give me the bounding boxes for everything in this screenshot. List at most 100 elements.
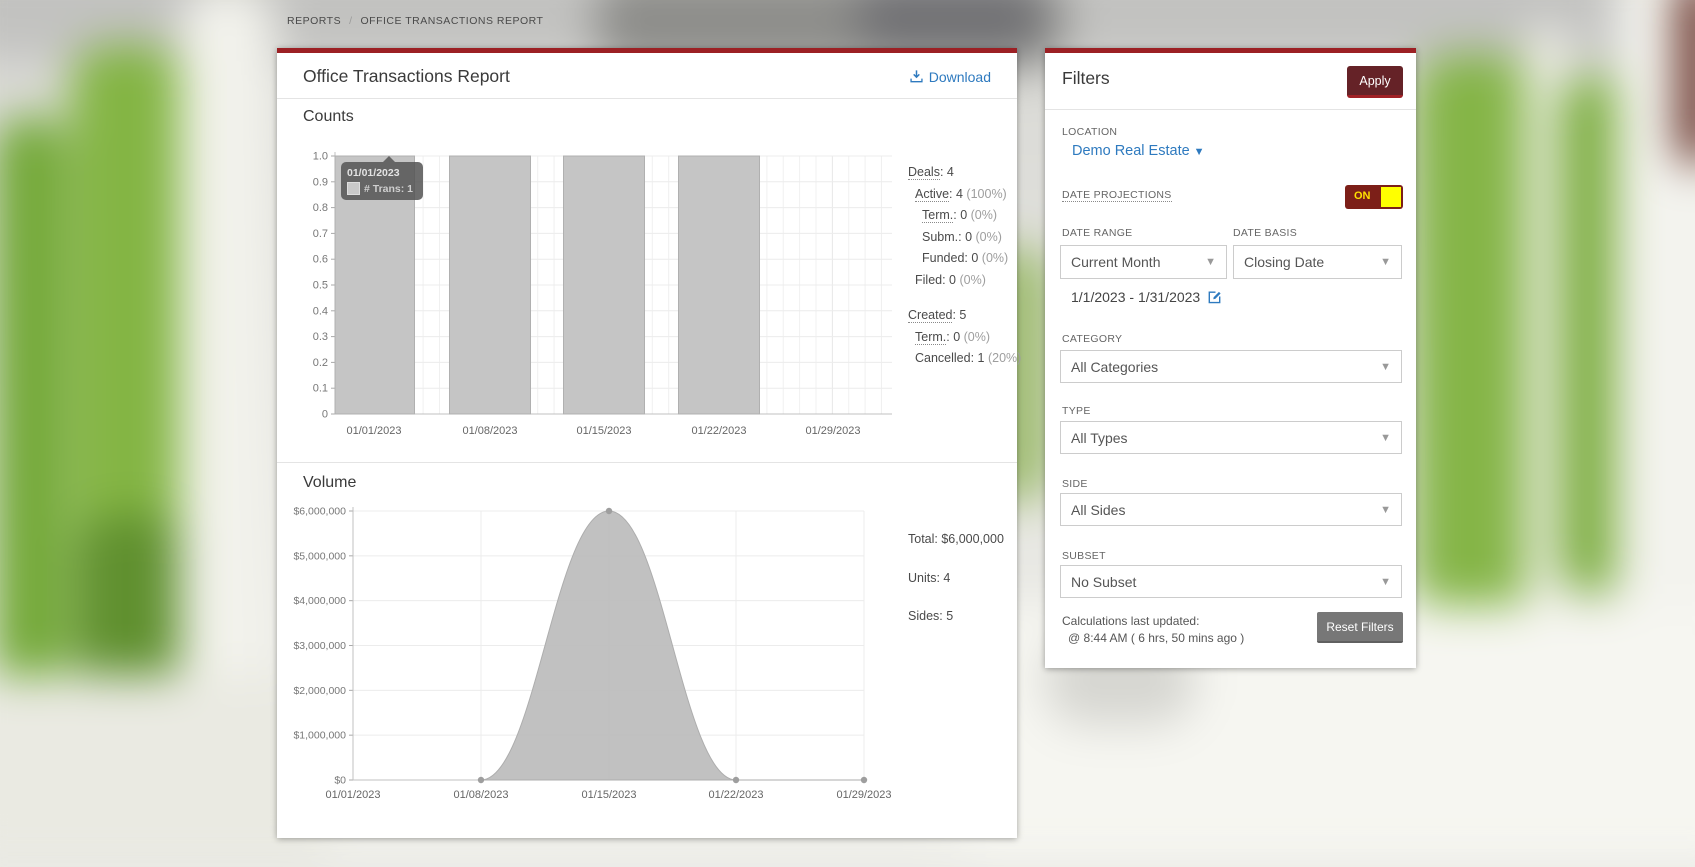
svg-text:0.6: 0.6 xyxy=(313,254,328,266)
stat-row: Filed: 0 (0%) xyxy=(915,272,986,287)
svg-text:01/29/2023: 01/29/2023 xyxy=(805,425,860,437)
stat-row: Units: 4 xyxy=(908,570,951,585)
data-point[interactable] xyxy=(477,776,485,784)
select-value: All Sides xyxy=(1071,501,1126,518)
svg-text:$3,000,000: $3,000,000 xyxy=(293,640,346,652)
stat-row: Total: $6,000,000 xyxy=(908,532,1004,546)
report-panel: Office Transactions Report Download Coun… xyxy=(277,48,1022,838)
svg-text:1.0: 1.0 xyxy=(313,151,328,163)
date-range-select[interactable]: Current Month ▼ xyxy=(1060,245,1227,279)
download-icon xyxy=(909,69,924,84)
svg-text:01/22/2023: 01/22/2023 xyxy=(691,425,746,437)
location-value: Demo Real Estate xyxy=(1072,143,1190,159)
report-header: Office Transactions Report Download xyxy=(277,53,1017,99)
stat-label[interactable]: Term. xyxy=(922,208,954,223)
select-field-side[interactable]: All Sides ▼ xyxy=(1060,493,1402,526)
download-link[interactable]: Download xyxy=(909,69,991,85)
stat-label: Cancelled xyxy=(915,351,971,365)
stat-row: Term.: 0 (0%) xyxy=(915,329,991,345)
tooltip-date: 01/01/2023 xyxy=(347,167,400,179)
svg-text:01/01/2023: 01/01/2023 xyxy=(346,425,401,437)
stat-percent: (100%) xyxy=(966,186,1007,201)
location-label: LOCATION xyxy=(1062,126,1118,138)
counts-stats: Deals: 4 Active: 4 (100%) Term.: 0 (0%) Sub… xyxy=(908,162,1026,370)
svg-text:0.5: 0.5 xyxy=(313,280,328,292)
svg-text:01/15/2023: 01/15/2023 xyxy=(581,789,636,801)
calc-updated-line1: Calculations last updated: xyxy=(1062,614,1200,628)
data-point[interactable] xyxy=(605,507,613,515)
stat-row: Deals: 4 xyxy=(908,165,954,180)
svg-text:$4,000,000: $4,000,000 xyxy=(293,595,346,607)
stat-label: Sides xyxy=(908,609,940,623)
tooltip-value: # Trans: 1 xyxy=(364,182,414,195)
date-basis-label: DATE BASIS xyxy=(1233,227,1298,239)
svg-text:01/01/2023: 01/01/2023 xyxy=(325,789,380,801)
select-label-type: TYPE xyxy=(1062,405,1091,417)
count-bar[interactable] xyxy=(449,155,531,415)
svg-text:$1,000,000: $1,000,000 xyxy=(293,730,346,742)
stat-label[interactable]: Active xyxy=(915,186,950,202)
select-field-subset[interactable]: No Subset ▼ xyxy=(1060,565,1402,598)
select-value: No Subset xyxy=(1071,573,1137,590)
breadcrumb-separator: / xyxy=(349,15,353,27)
download-label: Download xyxy=(928,68,991,85)
data-point[interactable] xyxy=(732,776,740,784)
select-field-type[interactable]: All Types ▼ xyxy=(1060,421,1402,454)
stat-row: Active: 4 (100%) xyxy=(915,186,1007,202)
svg-text:$5,000,000: $5,000,000 xyxy=(293,550,346,562)
select-value: All Categories xyxy=(1071,358,1159,375)
caret-down-icon: ▼ xyxy=(1380,503,1391,516)
stat-row: Sides: 5 xyxy=(908,609,954,623)
calc-updated-text: Calculations last updated: @ 8:44 AM ( 6… xyxy=(1062,613,1244,647)
breadcrumb: REPORTS / OFFICE TRANSACTIONS REPORT xyxy=(287,15,543,27)
data-point[interactable] xyxy=(860,776,868,784)
location-dropdown[interactable]: Demo Real Estate ▼ xyxy=(1072,143,1205,159)
stat-row: Funded: 0 (0%) xyxy=(922,251,1009,265)
select-label-category: CATEGORY xyxy=(1062,333,1123,345)
svg-text:0: 0 xyxy=(322,409,328,421)
page-title: Office Transactions Report xyxy=(303,66,510,86)
date-projections-toggle[interactable]: ON xyxy=(1345,185,1403,209)
stat-percent: (0%) xyxy=(963,329,991,344)
filters-header: Filters Apply xyxy=(1045,53,1416,110)
edit-icon[interactable] xyxy=(1207,289,1223,305)
apply-button[interactable]: Apply xyxy=(1347,66,1403,98)
stat-label[interactable]: Created xyxy=(908,308,953,323)
count-bar[interactable] xyxy=(678,155,760,415)
date-span-text: 1/1/2023 - 1/31/2023 xyxy=(1071,289,1201,305)
volume-chart[interactable]: Total: $6,000,000 Units: 4 Sides: 5 $0 $1,0… xyxy=(289,501,1017,831)
svg-text:01/15/2023: 01/15/2023 xyxy=(576,425,631,437)
svg-text:01/29/2023: 01/29/2023 xyxy=(836,789,891,801)
stat-label: Subm. xyxy=(922,229,959,244)
date-basis-select[interactable]: Closing Date ▼ xyxy=(1233,245,1402,279)
svg-text:01/22/2023: 01/22/2023 xyxy=(708,789,763,801)
toggle-on-label: ON xyxy=(1354,190,1371,202)
filters-panel: Filters Apply LOCATION Demo Real Estate ▼… xyxy=(1045,48,1416,668)
date-basis-value: Closing Date xyxy=(1244,254,1325,270)
stat-percent: (0%) xyxy=(959,272,986,287)
svg-text:0.3: 0.3 xyxy=(313,331,328,343)
toggle-knob[interactable] xyxy=(1381,187,1401,207)
date-projections-label[interactable]: DATE PROJECTIONS xyxy=(1062,189,1172,202)
select-label-subset: SUBSET xyxy=(1062,550,1106,562)
date-range-label: DATE RANGE xyxy=(1062,227,1133,239)
count-bar[interactable] xyxy=(563,155,645,415)
stat-label: Units xyxy=(908,570,937,585)
calc-updated-line2: @ 8:44 AM ( 6 hrs, 50 mins ago ) xyxy=(1068,631,1245,645)
svg-text:01/08/2023: 01/08/2023 xyxy=(453,789,508,801)
stat-percent: (0%) xyxy=(970,208,998,222)
select-value: All Types xyxy=(1071,429,1128,446)
select-label-side: SIDE xyxy=(1062,478,1088,490)
breadcrumb-item-reports[interactable]: REPORTS xyxy=(287,15,341,27)
counts-chart[interactable]: 01/01/2023 # Trans: 1 Deals: 4 Active: 4 … xyxy=(289,142,1022,442)
stat-row: Subm.: 0 (0%) xyxy=(922,229,1002,244)
select-field-category[interactable]: All Categories ▼ xyxy=(1060,350,1402,383)
stat-label[interactable]: Deals xyxy=(908,165,940,180)
svg-text:$2,000,000: $2,000,000 xyxy=(293,685,346,697)
svg-text:0.1: 0.1 xyxy=(313,383,328,395)
stat-label[interactable]: Term. xyxy=(915,329,947,345)
stat-row: Created: 5 xyxy=(908,308,967,323)
reset-filters-button[interactable]: Reset Filters xyxy=(1317,612,1403,643)
svg-text:$0: $0 xyxy=(334,775,346,787)
breadcrumb-item-current: OFFICE TRANSACTIONS REPORT xyxy=(360,15,544,27)
